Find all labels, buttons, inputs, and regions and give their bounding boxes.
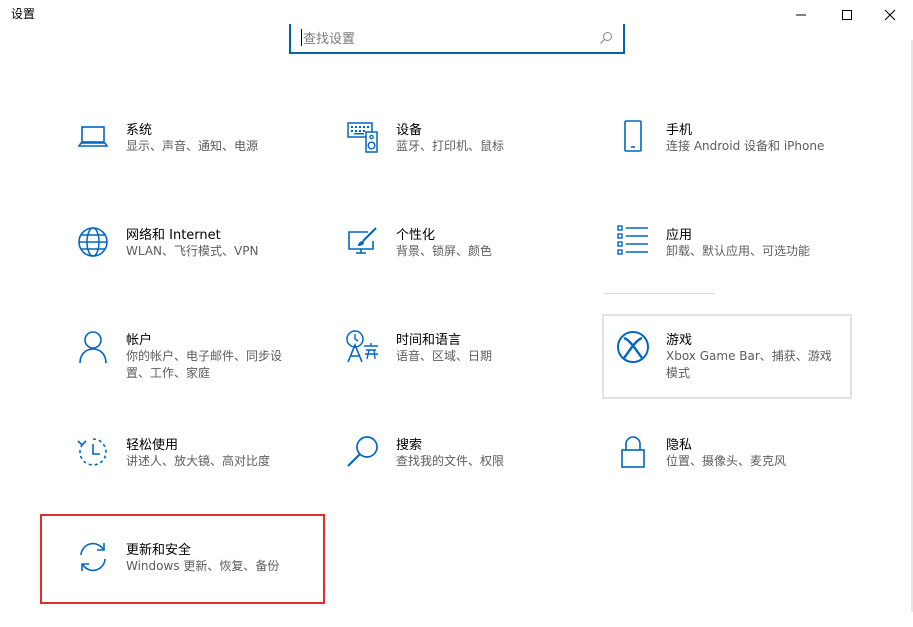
tile-description: 讲述人、放大镜、高对比度 [126, 454, 271, 468]
tile-devices[interactable]: 设备 蓝牙、打印机、鼠标 [345, 119, 575, 169]
search-placeholder: 查找设置 [303, 32, 356, 47]
tile-name: 个性化 [396, 228, 436, 243]
divider [604, 293, 714, 294]
tile-description: Xbox Game Bar、捕获、游戏模式 [666, 349, 832, 380]
tile-name: 轻松使用 [126, 438, 179, 453]
tile-name: 帐户 [126, 333, 153, 348]
tile-name: 系统 [126, 123, 153, 138]
keyboard-speaker-icon [345, 119, 381, 155]
tile-name: 设备 [396, 123, 423, 138]
tile-description: 位置、摄像头、麦克风 [666, 454, 787, 468]
close-icon [884, 9, 896, 21]
tile-name: 隐私 [666, 438, 693, 453]
tile-description: 你的帐户、电子邮件、同步设置、工作、家庭 [126, 349, 283, 380]
tile-gaming[interactable]: 游戏 Xbox Game Bar、捕获、游戏模式 [615, 329, 845, 389]
tile-name: 手机 [666, 123, 693, 138]
tile-personalization[interactable]: 个性化 背景、锁屏、颜色 [345, 224, 575, 274]
search-magnifier-icon [345, 434, 381, 470]
apps-list-icon [615, 224, 651, 260]
tile-description: 查找我的文件、权限 [396, 454, 505, 468]
tile-name: 应用 [666, 228, 693, 243]
minimize-icon [796, 14, 806, 16]
tile-description: 背景、锁屏、颜色 [396, 244, 493, 258]
selection-highlight [40, 514, 325, 604]
lock-icon [615, 434, 651, 470]
laptop-icon [75, 119, 111, 155]
tile-description: 蓝牙、打印机、鼠标 [396, 139, 505, 153]
minimize-button[interactable] [778, 0, 824, 30]
tile-description: 语音、区域、日期 [396, 349, 493, 363]
tile-search[interactable]: 搜索 查找我的文件、权限 [345, 434, 575, 484]
maximize-icon [842, 10, 852, 20]
tile-name: 网络和 Internet [126, 228, 221, 243]
tile-description: 连接 Android 设备和 iPhone [666, 139, 825, 153]
search-input[interactable]: 查找设置 [289, 24, 625, 54]
tile-system[interactable]: 系统 显示、声音、通知、电源 [75, 119, 305, 169]
phone-icon [615, 119, 651, 155]
time-language-icon [345, 329, 381, 365]
tile-name: 游戏 [666, 333, 693, 348]
xbox-icon [615, 329, 651, 365]
tile-time-language[interactable]: 时间和语言 语音、区域、日期 [345, 329, 575, 379]
tile-ease-of-access[interactable]: 轻松使用 讲述人、放大镜、高对比度 [75, 434, 305, 484]
close-button[interactable] [867, 0, 913, 30]
tile-apps[interactable]: 应用 卸载、默认应用、可选功能 [615, 224, 845, 274]
tile-description: WLAN、飞行模式、VPN [126, 244, 259, 258]
tile-description: 显示、声音、通知、电源 [126, 139, 259, 153]
tile-name: 时间和语言 [396, 333, 462, 348]
person-icon [75, 329, 111, 365]
tile-network[interactable]: 网络和 Internet WLAN、飞行模式、VPN [75, 224, 305, 274]
tile-name: 搜索 [396, 438, 423, 453]
tile-accounts[interactable]: 帐户 你的帐户、电子邮件、同步设置、工作、家庭 [75, 329, 305, 389]
tile-description: 卸载、默认应用、可选功能 [666, 244, 811, 258]
window-title: 设置 [11, 7, 36, 21]
globe-icon [75, 224, 111, 260]
ease-of-access-icon [75, 434, 111, 470]
text-caret [301, 29, 302, 46]
tile-phone[interactable]: 手机 连接 Android 设备和 iPhone [615, 119, 845, 169]
maximize-button[interactable] [824, 0, 870, 30]
search-icon[interactable] [599, 31, 613, 45]
paint-monitor-icon [345, 224, 381, 260]
tile-privacy[interactable]: 隐私 位置、摄像头、麦克风 [615, 434, 845, 484]
